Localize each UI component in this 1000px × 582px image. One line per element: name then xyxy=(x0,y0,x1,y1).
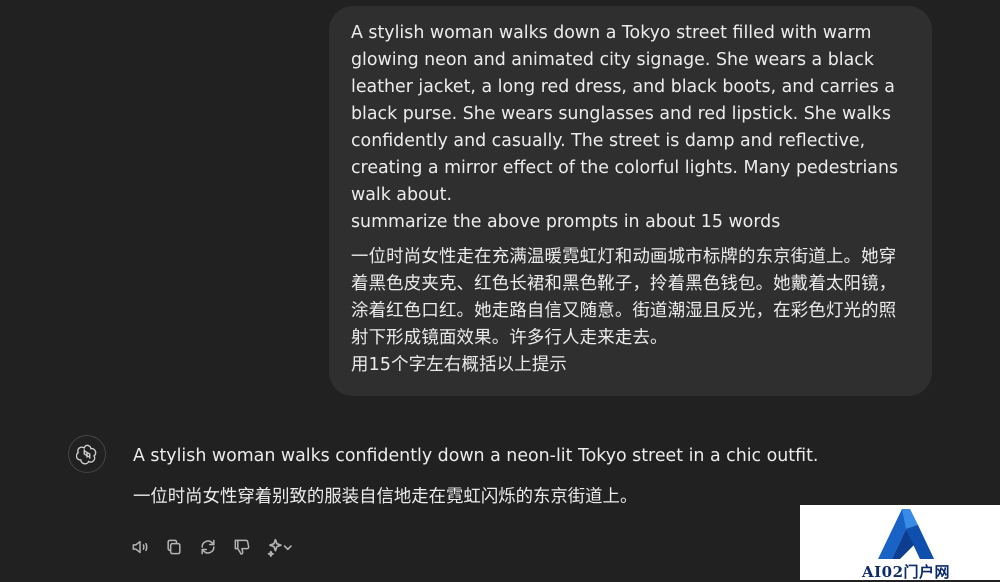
read-aloud-button[interactable] xyxy=(129,536,151,558)
assistant-message: A stylish woman walks confidently down a… xyxy=(133,443,833,510)
speaker-icon xyxy=(132,540,148,554)
user-message-english: A stylish woman walks down a Tokyo stree… xyxy=(351,23,899,232)
assistant-message-chinese: 一位时尚女性穿着别致的服装自信地走在霓虹闪烁的东京街道上。 xyxy=(133,487,638,507)
thumbs-down-button[interactable] xyxy=(231,536,253,558)
switch-model-button[interactable] xyxy=(265,536,295,558)
openai-logo-icon xyxy=(76,444,97,465)
thumbs-down-icon xyxy=(234,539,250,555)
ai02-logo-icon xyxy=(878,509,934,559)
regenerate-button[interactable] xyxy=(197,536,219,558)
user-message-bubble: A stylish woman walks down a Tokyo stree… xyxy=(329,6,932,396)
regenerate-icon xyxy=(201,539,215,555)
copy-icon xyxy=(167,539,181,555)
message-action-bar xyxy=(129,534,295,560)
user-message-chinese: 一位时尚女性走在充满温暖霓虹灯和动画城市标牌的东京街道上。她穿 着黑色皮夹克、红… xyxy=(351,247,897,375)
watermark-text: AI02门户网 xyxy=(861,563,951,581)
assistant-message-english: A stylish woman walks confidently down a… xyxy=(133,446,819,466)
copy-button[interactable] xyxy=(163,536,185,558)
sparkle-model-icon xyxy=(267,538,292,557)
assistant-avatar xyxy=(68,435,106,473)
site-watermark: AI02门户网 xyxy=(800,505,1000,581)
